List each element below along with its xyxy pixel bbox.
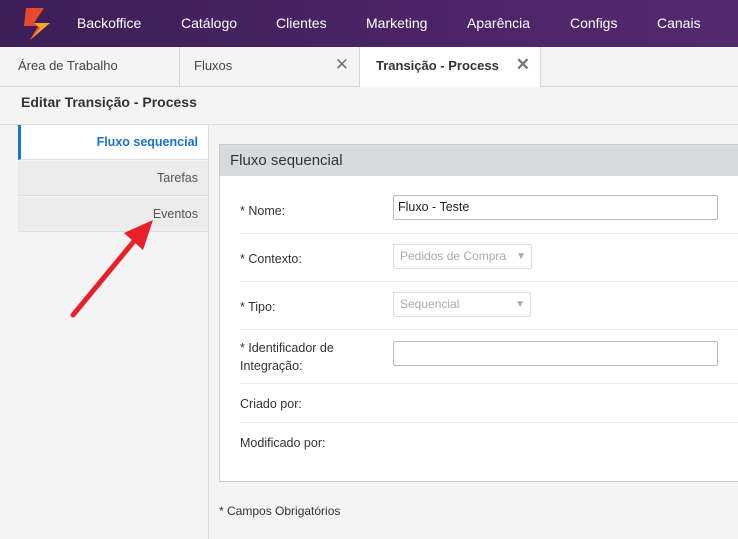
tab-area-de-trabalho[interactable]: Área de Trabalho xyxy=(0,47,180,86)
chevron-down-icon: ▼ xyxy=(516,251,526,262)
tab-transicao-process[interactable]: Transição - Process ✕ xyxy=(360,47,541,87)
nav-marketing[interactable]: Marketing xyxy=(366,0,427,47)
nav-configs[interactable]: Configs xyxy=(570,0,617,47)
tab-bar: Área de Trabalho Fluxos ✕ Transição - Pr… xyxy=(0,47,738,87)
nav-backoffice[interactable]: Backoffice xyxy=(77,0,141,47)
tipo-value: Sequencial xyxy=(400,297,460,311)
tab-label: Fluxos xyxy=(194,58,233,73)
identificador-input[interactable] xyxy=(393,341,718,366)
tab-label: Transição - Process xyxy=(376,58,499,73)
nav-aparencia[interactable]: Aparência xyxy=(467,0,530,47)
sidebar-item-label: Eventos xyxy=(152,207,198,221)
divider xyxy=(240,233,738,234)
contexto-label: * Contexto: xyxy=(240,252,302,266)
nav-catalogo[interactable]: Catálogo xyxy=(181,0,237,47)
sidebar-item-eventos[interactable]: Eventos xyxy=(18,197,208,232)
brand-logo-icon[interactable] xyxy=(20,4,60,42)
divider xyxy=(240,329,738,330)
form-panel: Fluxo sequencial * Nome: Fluxo - Teste *… xyxy=(219,144,738,482)
modificado-por-label: Modificado por: xyxy=(240,436,326,450)
nome-label: * Nome: xyxy=(240,204,286,218)
page-title: Editar Transição - Process xyxy=(21,94,197,110)
identificador-label-line1: * Identificador de xyxy=(240,341,334,355)
chevron-down-icon: ▼ xyxy=(515,299,525,310)
sidebar-item-tarefas[interactable]: Tarefas xyxy=(18,161,208,196)
sidebar-item-fluxo-sequencial[interactable]: Fluxo sequencial xyxy=(18,125,208,160)
nav-canais[interactable]: Canais xyxy=(657,0,701,47)
close-icon[interactable]: ✕ xyxy=(516,47,530,83)
nome-input[interactable]: Fluxo - Teste xyxy=(393,195,718,220)
tipo-label: * Tipo: xyxy=(240,300,276,314)
identificador-label-line2: Integração: xyxy=(240,359,303,373)
sidebar-item-label: Fluxo sequencial xyxy=(96,135,198,149)
top-navigation-bar: Backoffice Catálogo Clientes Marketing A… xyxy=(0,0,738,47)
tipo-select[interactable]: Sequencial ▼ xyxy=(393,292,531,317)
divider xyxy=(208,125,209,539)
contexto-value: Pedidos de Compra xyxy=(400,249,507,263)
divider xyxy=(240,281,738,282)
sidebar-item-label: Tarefas xyxy=(157,171,198,185)
divider xyxy=(240,422,738,423)
contexto-select[interactable]: Pedidos de Compra ▼ xyxy=(393,244,532,269)
required-fields-note: * Campos Obrigatórios xyxy=(219,504,341,518)
panel-title: Fluxo sequencial xyxy=(220,145,738,176)
tab-label: Área de Trabalho xyxy=(18,58,118,73)
tab-fluxos[interactable]: Fluxos ✕ xyxy=(180,47,360,86)
criado-por-label: Criado por: xyxy=(240,397,302,411)
nav-clientes[interactable]: Clientes xyxy=(276,0,327,47)
divider xyxy=(240,383,738,384)
close-icon[interactable]: ✕ xyxy=(335,47,349,83)
